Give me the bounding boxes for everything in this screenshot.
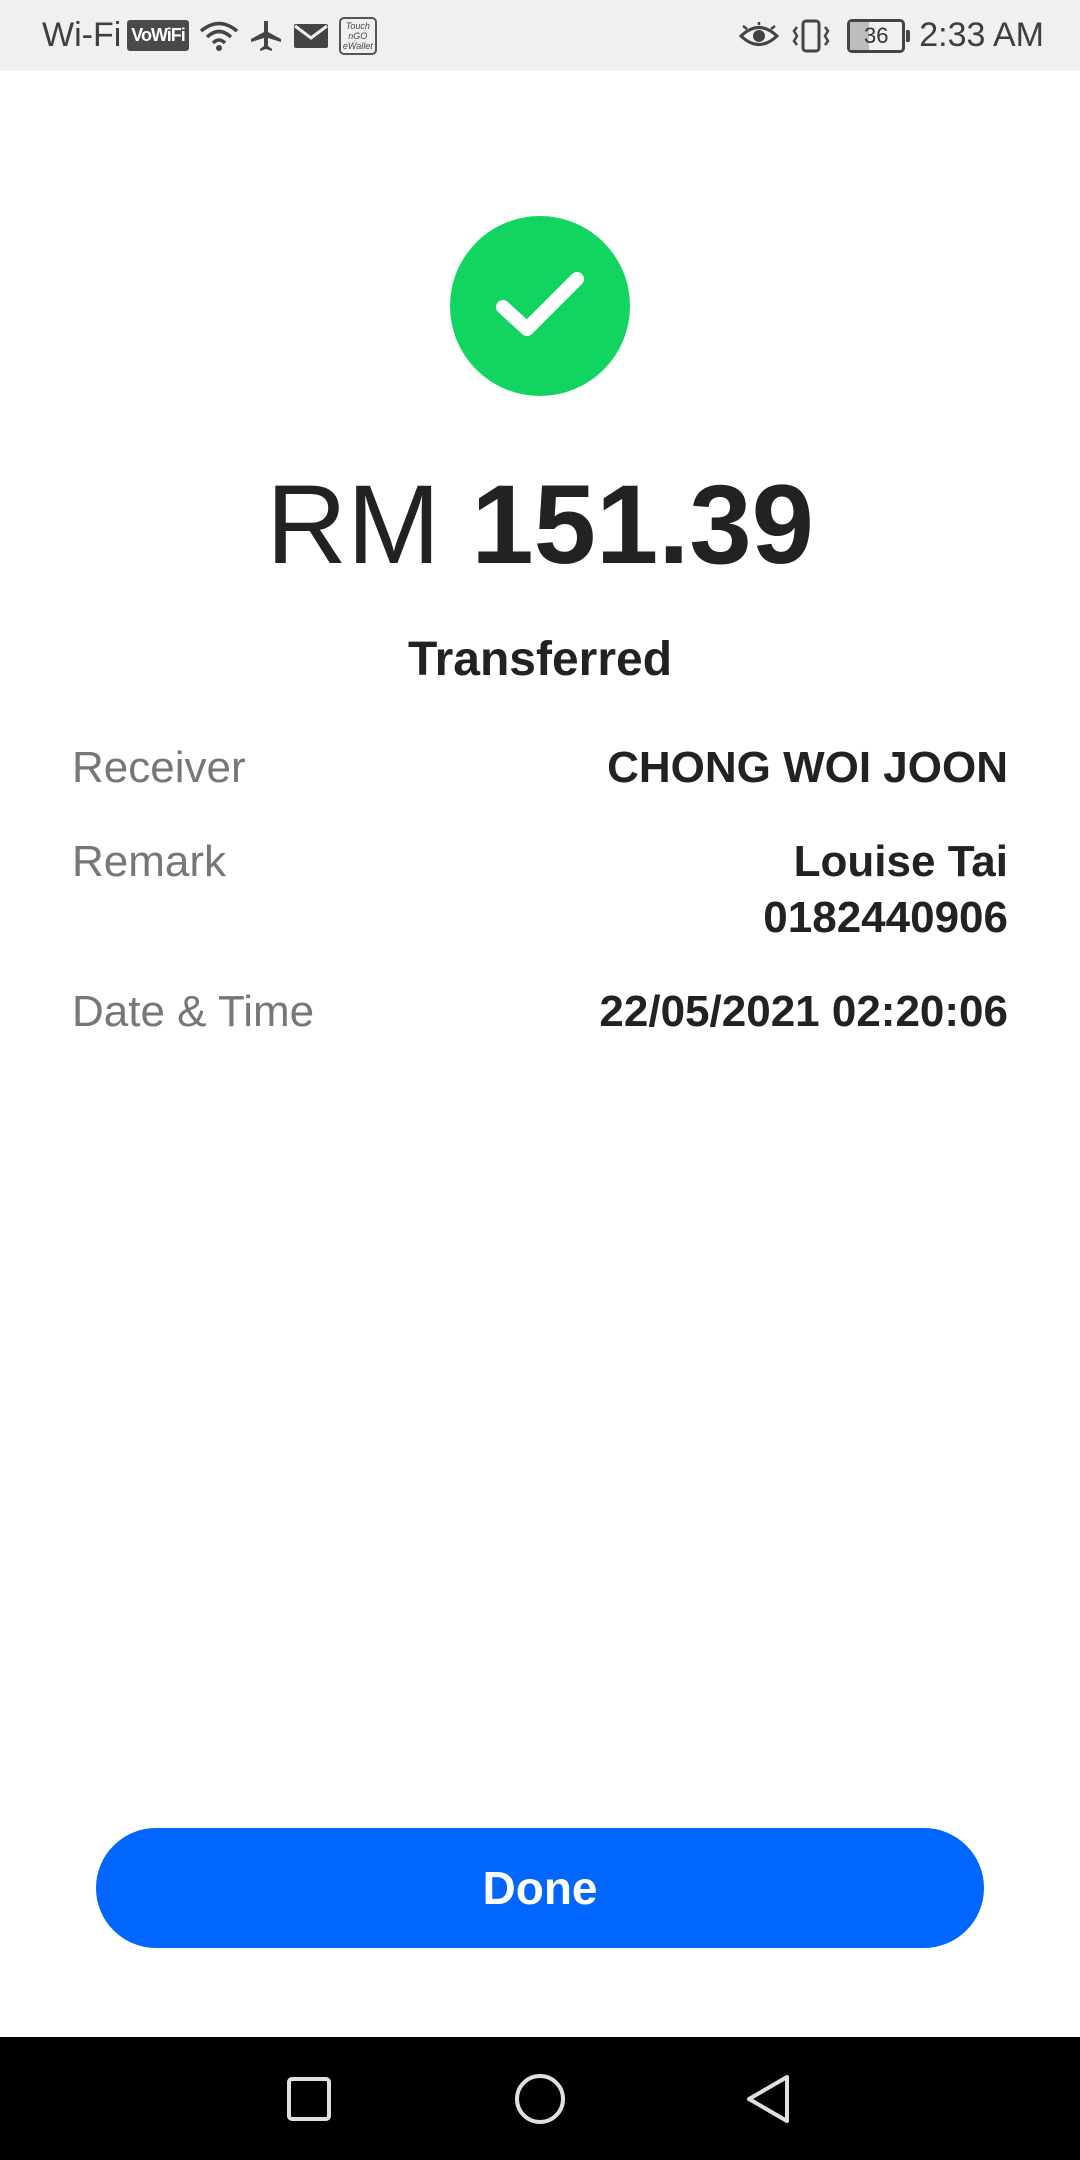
status-clock: 2:33 AM xyxy=(919,16,1044,54)
datetime-row: Date & Time 22/05/2021 02:20:06 xyxy=(72,984,1008,1040)
transfer-status: Transferred xyxy=(407,633,673,686)
recents-button[interactable] xyxy=(249,2037,369,2160)
battery-icon: 36 xyxy=(847,18,911,53)
tng-ewallet-icon: Touch nGO eWallet xyxy=(338,16,377,55)
wifi-icon xyxy=(199,20,239,52)
receiver-row: Receiver CHONG WOI JOON xyxy=(72,740,1008,796)
airplane-icon xyxy=(249,19,283,53)
remark-row: Remark Louise Tai 0182440906 xyxy=(72,834,1008,946)
status-bar-left: Wi-Fi VoWiFi Touch nGO eWallet xyxy=(42,0,377,71)
receiver-value: CHONG WOI JOON xyxy=(607,743,1008,792)
datetime-value: 22/05/2021 02:20:06 xyxy=(599,987,1008,1036)
recents-square-icon xyxy=(287,2076,331,2121)
vowifi-badge: VoWiFi xyxy=(127,20,189,51)
remark-label: Remark xyxy=(72,837,227,886)
battery-level: 36 xyxy=(864,22,889,48)
back-button[interactable] xyxy=(709,2037,829,2160)
system-nav-bar xyxy=(0,2037,1080,2160)
tng-badge-line1: Touch xyxy=(345,20,370,31)
done-button[interactable]: Done xyxy=(96,1828,984,1948)
receiver-label: Receiver xyxy=(72,743,246,792)
datetime-label: Date & Time xyxy=(72,987,315,1036)
status-bar: Wi-Fi VoWiFi Touch nGO eWallet 36 2:33 A… xyxy=(0,0,1080,71)
back-triangle-icon xyxy=(747,2074,789,2123)
remark-line-2: 0182440906 xyxy=(763,893,1008,942)
home-button[interactable] xyxy=(480,2037,600,2160)
status-bar-right: 36 2:33 AM xyxy=(729,0,1044,71)
tng-badge-line2: nGO xyxy=(348,30,368,41)
transfer-details: Receiver CHONG WOI JOON Remark Louise Ta… xyxy=(72,740,1008,1078)
tng-badge-line3: eWallet xyxy=(342,40,373,51)
vibrate-icon xyxy=(789,19,833,53)
checkmark-icon xyxy=(496,272,584,336)
transfer-amount: RM 151.39 xyxy=(0,460,1080,590)
home-circle-icon xyxy=(515,2073,565,2124)
remark-line-1: Louise Tai xyxy=(793,837,1008,886)
remark-value: Louise Tai 0182440906 xyxy=(763,834,1008,946)
eye-icon xyxy=(739,21,780,51)
mail-icon xyxy=(293,22,329,50)
success-badge xyxy=(450,216,630,396)
network-label: Wi-Fi xyxy=(42,16,122,54)
amount-value: 151.39 xyxy=(471,462,814,587)
amount-currency: RM xyxy=(266,462,441,587)
transfer-success-screen: Wi-Fi VoWiFi Touch nGO eWallet 36 2:33 A… xyxy=(0,0,1080,2160)
